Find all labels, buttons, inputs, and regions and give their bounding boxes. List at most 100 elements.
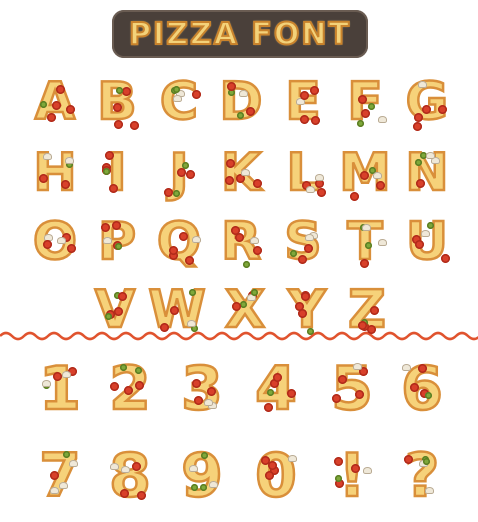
mushroom-topping — [188, 464, 198, 472]
pepperoni-topping — [272, 373, 282, 383]
pepperoni-topping — [136, 491, 146, 501]
page-title: PIZZA FONT — [128, 16, 351, 53]
pepperoni-topping — [130, 120, 140, 130]
mushroom-topping — [362, 223, 372, 231]
pepperoni-topping — [66, 243, 76, 253]
pepperoni-topping — [441, 254, 451, 264]
glyph-i: I — [90, 143, 144, 203]
pepperoni-topping — [421, 104, 431, 114]
glyph-x: X — [218, 280, 272, 340]
olive-topping — [236, 111, 244, 119]
glyph-k: K — [214, 143, 268, 203]
pepperoni-topping — [303, 243, 313, 253]
mushroom-topping — [402, 363, 412, 371]
olive-topping — [201, 451, 209, 459]
mushroom-topping — [187, 319, 197, 327]
glyph-h: H — [28, 143, 82, 203]
olive-topping — [250, 288, 258, 296]
pepperoni-topping — [55, 84, 65, 94]
mushroom-topping — [239, 89, 249, 97]
pepperoni-topping — [119, 488, 129, 498]
mushroom-topping — [249, 237, 259, 245]
mushroom-topping — [68, 459, 78, 467]
pepperoni-topping — [412, 121, 422, 131]
glyph-char: 7 — [38, 441, 82, 511]
pepperoni-topping — [100, 222, 110, 232]
olive-topping — [290, 249, 298, 257]
pepperoni-topping — [191, 379, 201, 389]
olive-topping — [189, 288, 197, 296]
pepperoni-topping — [415, 178, 425, 188]
olive-topping — [239, 300, 247, 308]
mushroom-topping — [352, 363, 362, 371]
pepperoni-topping — [113, 307, 123, 317]
glyph-l: L — [276, 143, 330, 203]
olive-topping — [364, 242, 372, 250]
glyph-exclamation: ! — [322, 442, 382, 510]
olive-topping — [334, 475, 342, 483]
olive-topping — [424, 392, 432, 400]
glyph-7: 7 — [30, 442, 90, 510]
pepperoni-topping — [185, 255, 195, 265]
mushroom-topping — [305, 234, 315, 241]
mushroom-topping — [62, 371, 72, 379]
mushroom-topping — [57, 236, 67, 244]
olive-topping — [102, 167, 110, 175]
pepperoni-topping — [355, 389, 365, 399]
glyph-c: C — [152, 72, 206, 132]
glyph-8: 8 — [100, 442, 160, 510]
pepperoni-topping — [366, 325, 376, 335]
olive-topping — [114, 243, 122, 251]
mushroom-topping — [287, 454, 297, 462]
mushroom-topping — [424, 486, 434, 494]
title-banner: PIZZA FONT — [112, 10, 368, 58]
olive-topping — [306, 327, 314, 335]
glyph-f: F — [338, 72, 392, 132]
mushroom-topping — [315, 173, 325, 181]
glyph-char: X — [224, 280, 267, 340]
pepperoni-topping — [253, 246, 263, 255]
glyph-q: Q — [152, 212, 206, 272]
pepperoni-topping — [360, 108, 370, 118]
olive-topping — [62, 450, 70, 458]
pepperoni-topping — [169, 306, 179, 316]
pepperoni-topping — [191, 90, 201, 100]
glyph-2: 2 — [100, 355, 160, 423]
pepperoni-topping — [252, 178, 262, 188]
glyph-v: V — [88, 280, 142, 340]
mushroom-topping — [426, 152, 436, 160]
mushroom-topping — [373, 172, 383, 180]
glyph-b: B — [90, 72, 144, 132]
pepperoni-topping — [121, 86, 131, 96]
glyph-e: E — [276, 72, 330, 132]
pepperoni-topping — [226, 158, 236, 168]
mushroom-topping — [377, 238, 387, 246]
pepperoni-topping — [359, 170, 369, 180]
olive-topping — [172, 190, 180, 198]
mushroom-topping — [110, 463, 120, 471]
glyph-6: 6 — [392, 355, 452, 423]
glyph-question: ? — [392, 442, 452, 510]
mushroom-topping — [42, 379, 52, 387]
mushroom-topping — [64, 157, 74, 165]
glyph-t: T — [338, 212, 392, 272]
mushroom-topping — [173, 94, 183, 102]
pepperoni-topping — [358, 320, 368, 330]
glyph-j: J — [152, 143, 206, 203]
pepperoni-topping — [131, 462, 141, 472]
pepperoni-topping — [47, 112, 57, 122]
pepperoni-topping — [360, 258, 370, 268]
glyph-1: 1 — [30, 355, 90, 423]
pepperoni-topping — [350, 463, 360, 473]
pepperoni-topping — [60, 180, 70, 190]
pepperoni-topping — [316, 188, 326, 198]
pepperoni-topping — [369, 306, 379, 316]
glyph-n: N — [400, 143, 454, 203]
glyph-9: 9 — [172, 442, 232, 510]
mushroom-topping — [43, 152, 53, 160]
olive-topping — [115, 87, 123, 95]
pepperoni-topping — [231, 301, 241, 311]
glyph-0: 0 — [246, 442, 306, 510]
glyph-r: R — [214, 212, 268, 272]
mushroom-topping — [306, 185, 316, 193]
